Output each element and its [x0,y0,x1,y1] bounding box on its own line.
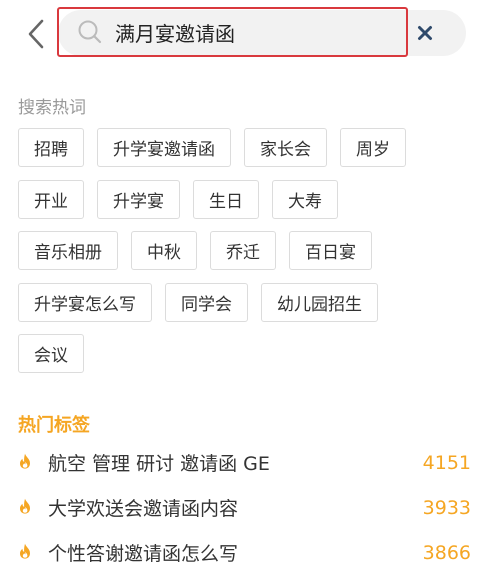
hot-tag-item[interactable]: 航空 管理 研讨 邀请函 GE 4151 [0,440,479,485]
flame-icon [19,543,31,559]
hot-search-chip[interactable]: 家长会 [244,128,327,167]
search-page: 搜索热词 招聘升学宴邀请函家长会周岁开业升学宴生日大寿音乐相册中秋乔迁百日宴升学… [0,0,479,575]
hot-search-chip[interactable]: 百日宴 [289,231,372,270]
hot-search-chip[interactable]: 音乐相册 [18,231,118,270]
clear-search-button[interactable] [408,14,442,52]
chip-row: 音乐相册 中秋 乔迁 百日宴 [18,231,468,270]
hot-search-chip[interactable]: 开业 [18,179,84,219]
hot-tag-count: 3933 [422,496,471,519]
hot-search-chips: 招聘 升学宴邀请函 家长会 周岁 开业 升学宴 生日 大寿 音乐相册 中秋 乔迁 百日宴 升学宴怎么写同… [18,128,468,386]
chip-row: 升学宴怎么写 同学会 幼儿园招生 [18,282,468,322]
search-header [0,0,479,70]
hot-search-chip[interactable]: 招聘 [18,128,84,167]
hot-search-chip[interactable]: 同学会 [165,282,248,322]
hot-search-chip[interactable]: 中秋 [131,231,197,270]
hot-tag-text: 大学欢送会邀请函内容 [48,498,239,520]
hot-search-chip[interactable]: 升学宴邀请函 [97,128,231,167]
chevron-left-icon [28,19,44,49]
hot-search-chip[interactable]: 幼儿园招生 [261,282,378,322]
hot-search-chip[interactable]: 升学宴 [97,179,180,219]
search-input[interactable] [115,12,385,52]
hot-search-chip[interactable]: 乔迁 [210,231,276,270]
flame-icon [19,498,31,514]
hot-search-chip[interactable]: 大寿 [272,179,338,219]
hot-tags-list: 航空 管理 研讨 邀请函 GE 4151 大学欢送会邀请函内容 3933 个性答谢邀请函… [0,440,479,575]
hot-search-chip[interactable]: 生日 [193,179,259,219]
chip-row: 会议 [18,334,468,373]
chip-row: 开业 升学宴 生日 大寿 [18,179,468,219]
hot-search-chip[interactable]: 会议 [18,334,84,373]
hot-search-chip[interactable]: 周岁 [340,128,406,167]
hot-searches-label: 搜索热词 [18,98,86,118]
flame-icon [19,453,31,469]
hot-tags-title: 热门标签 [18,415,90,436]
search-icon [78,20,102,44]
hot-tag-count: 4151 [422,451,471,474]
hot-search-chip[interactable]: 升学宴怎么写 [18,282,152,322]
chip-row: 招聘 升学宴邀请函 家长会 周岁 [18,128,468,167]
hot-tag-item[interactable]: 大学欢送会邀请函内容 3933 [0,485,479,530]
back-button[interactable] [18,14,54,54]
hot-tag-item[interactable]: 个性答谢邀请函怎么写 3866 [0,530,479,575]
close-icon [418,26,432,40]
hot-tag-text: 个性答谢邀请函怎么写 [48,543,239,565]
hot-tag-text: 航空 管理 研讨 邀请函 GE [48,453,270,475]
search-box[interactable] [57,7,408,57]
hot-tag-count: 3866 [422,541,471,564]
